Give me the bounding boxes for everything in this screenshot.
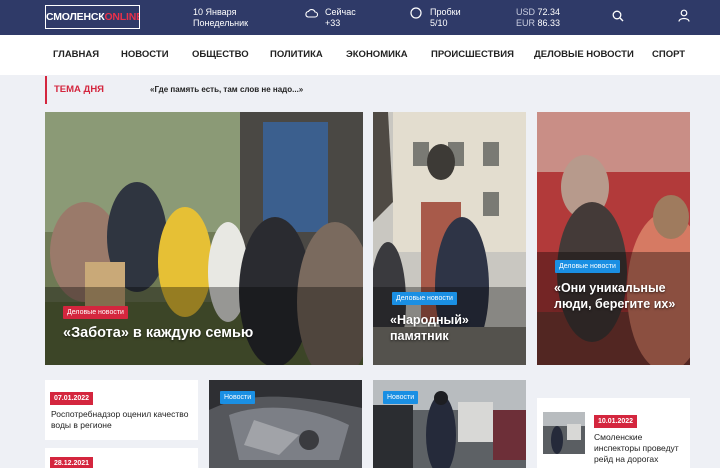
news-item-1[interactable]: 07.01.2022 Роспотребнадзор оценил качест… — [45, 380, 198, 440]
nav-item-incidents[interactable]: ПРОИСШЕСТВИЯ — [431, 49, 514, 60]
weather-label: Сейчас — [325, 7, 356, 17]
photo-card-1[interactable]: Новости — [209, 380, 362, 468]
side-news-item[interactable]: 10.01.2022 Смоленские инспекторы проведу… — [537, 398, 690, 468]
main-nav: ГЛАВНАЯ НОВОСТИ ОБЩЕСТВО ПОЛИТИКА ЭКОНОМ… — [0, 35, 720, 75]
news-1-text[interactable]: Роспотребнадзор оценил качество воды в р… — [51, 409, 191, 431]
featured-2-title[interactable]: «Народный» памятник — [390, 312, 515, 344]
nav-item-news[interactable]: НОВОСТИ — [121, 49, 169, 60]
usd-label: USD — [516, 7, 536, 17]
eur-value: 86.33 — [537, 17, 561, 28]
top-bar: СМОЛЕНСКONLINE 10 Января Понедельник Сей… — [0, 0, 720, 35]
logo-part2: ONLINE — [104, 11, 140, 23]
featured-card-1[interactable]: Деловые новости «Забота» в каждую семью — [45, 112, 363, 365]
news-1-date: 07.01.2022 — [50, 392, 94, 405]
nav-item-economy[interactable]: ЭКОНОМИКА — [346, 49, 408, 60]
eur-label: EUR — [516, 17, 536, 28]
photo-card-1-tag[interactable]: Новости — [220, 391, 256, 404]
featured-card-2[interactable]: Деловые новости «Народный» памятник — [373, 112, 526, 365]
logo-part1: СМОЛЕНСК — [46, 11, 105, 23]
side-news-text[interactable]: Смоленские инспекторы проведут рейд на д… — [594, 432, 686, 468]
featured-1-tag[interactable]: Деловые новости — [63, 306, 128, 319]
nav-item-main[interactable]: ГЛАВНАЯ — [53, 49, 99, 60]
weather-display: Сейчас +33 — [325, 7, 356, 28]
date-display: 10 Января Понедельник — [193, 7, 248, 28]
side-news-thumbnail — [543, 412, 585, 454]
news-2-date: 28.12.2021 — [50, 457, 94, 468]
featured-1-title[interactable]: «Забота» в каждую семью — [63, 325, 353, 341]
cloud-icon — [305, 8, 318, 18]
traffic-display: Пробки 5/10 — [430, 7, 461, 28]
currency-display: USD 72.34 EUR 86.33 — [516, 7, 560, 28]
nav-item-business[interactable]: ДЕЛОВЫЕ НОВОСТИ — [534, 49, 634, 60]
featured-2-tag[interactable]: Деловые новости — [392, 292, 457, 305]
traffic-value: 5/10 — [430, 17, 448, 28]
featured-card-3[interactable]: Деловые новости «Они уникальные люди, бе… — [537, 112, 690, 365]
user-icon[interactable] — [678, 9, 690, 22]
featured-photo-3 — [537, 112, 690, 365]
nav-item-sport[interactable]: СПОРТ — [652, 49, 685, 60]
news-item-2[interactable]: 28.12.2021 — [45, 448, 198, 468]
weather-value: +33 — [325, 17, 341, 28]
date-day: 10 Января — [193, 7, 237, 17]
nav-item-society[interactable]: ОБЩЕСТВО — [192, 49, 249, 60]
photo-card-2-tag[interactable]: Новости — [383, 391, 419, 404]
search-icon[interactable] — [612, 10, 624, 22]
topic-of-day: ТЕМА ДНЯ — [45, 76, 104, 104]
site-logo[interactable]: СМОЛЕНСКONLINE — [45, 5, 140, 29]
side-news-date: 10.01.2022 — [594, 415, 638, 428]
usd-value: 72.34 — [537, 7, 561, 17]
date-weekday: Понедельник — [193, 17, 249, 28]
nav-item-politics[interactable]: ПОЛИТИКА — [270, 49, 323, 60]
traffic-label: Пробки — [430, 7, 461, 17]
traffic-circle-icon — [410, 7, 422, 19]
topic-label: ТЕМА ДНЯ — [54, 84, 105, 95]
topic-link[interactable]: «Где память есть, там слов не надо...» — [150, 85, 303, 94]
photo-card-2[interactable]: Новости — [373, 380, 526, 468]
featured-3-title[interactable]: «Они уникальные люди, берегите их» — [554, 280, 679, 312]
featured-3-tag[interactable]: Деловые новости — [555, 260, 620, 273]
